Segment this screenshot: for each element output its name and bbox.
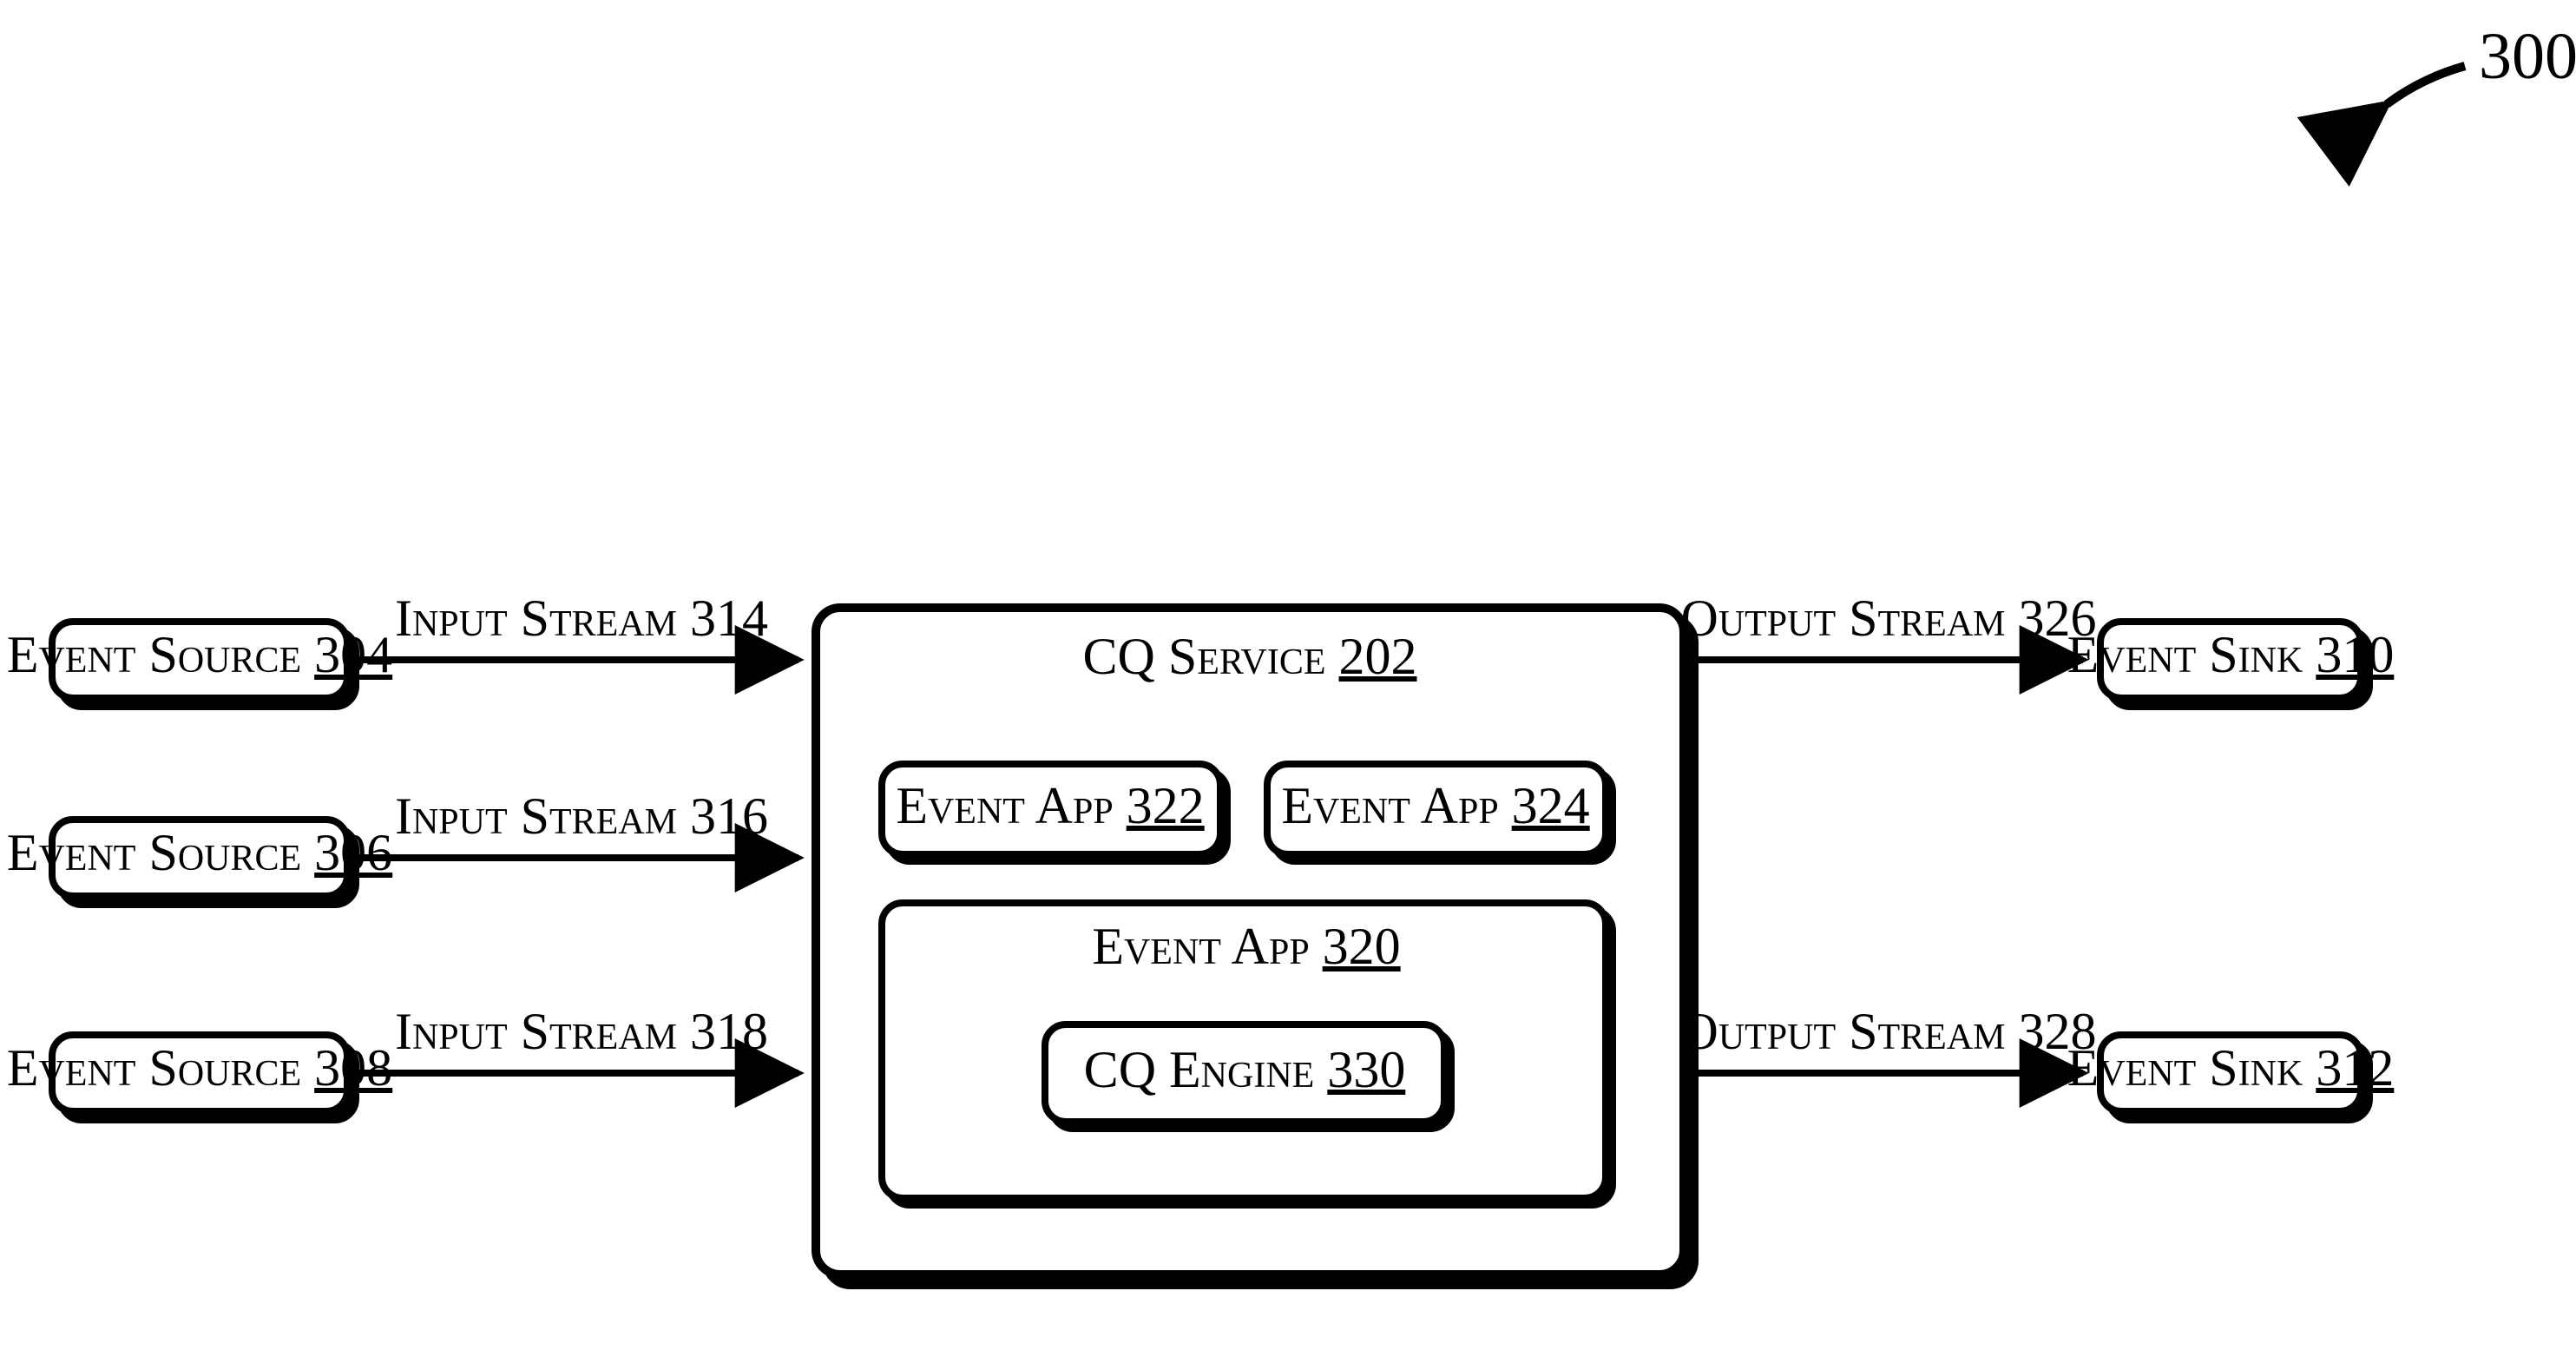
svg-text:Event App 32: Event App 320 [1092,918,1400,975]
svg-text:Event Source 306: Event Source 306 [7,824,392,881]
diagram-canvas: 300 Event Source 304 Event Source 306 Ev… [0,0,2576,1370]
output-arrow-2: Output Stream 328 [1680,1003,2096,1073]
event-sink-1-num: 310 [2316,626,2394,683]
output-arrow-1: Output Stream 326 [1680,589,2096,660]
event-sink-1-label: Event Sink [2067,626,2303,683]
output-1-label: Output Stream [1680,589,2005,647]
svg-text:Input Stream 318: Input Stream 318 [395,1003,768,1060]
event-source-1-num: 304 [314,626,392,683]
cq-engine-num: 330 [1327,1041,1405,1098]
cq-service-label: CQ Service [1082,628,1325,685]
event-source-2: Event Source 306 [7,820,392,896]
event-app-2: Event App 324 [1267,764,1606,854]
svg-text:Event Sink 310: Event Sink 310 [2067,626,2395,683]
cq-engine: CQ Engine 330 [1045,1024,1444,1122]
cq-service-container: CQ Service 202 Event App 322 Event App 3… [816,608,1684,1274]
svg-text:Input Stream 316: Input Stream 316 [395,787,768,845]
input-2-label: Input Stream [395,787,677,845]
event-source-1-label: Event Source [7,626,301,683]
figure-reference: 300 [2387,20,2576,104]
svg-text:Input Stream 314: Input Stream 314 [395,589,768,647]
input-1-num: 314 [690,589,768,647]
svg-text:CQ Service 202: CQ Service 202 [1082,628,1416,685]
input-arrow-3: Input Stream 318 [358,1003,798,1073]
event-sink-2-num: 312 [2316,1039,2394,1097]
event-sink-1: Event Sink 310 [2067,622,2395,698]
svg-text:Event Source 304: Event Source 304 [7,626,392,683]
cq-engine-label: CQ Engine [1084,1041,1315,1098]
event-sink-2: Event Sink 312 [2067,1035,2395,1111]
cq-service-num: 202 [1339,628,1417,685]
svg-text:CQ Engine: CQ Engine 330 [1084,1041,1406,1098]
svg-text:Output Stream 32: Output Stream 326 [1680,589,2096,647]
event-app-3-label: Event App [1092,918,1309,975]
input-arrow-1: Input Stream 314 [358,589,798,660]
event-app-1-label: Event App [896,777,1113,834]
event-app-2-num: 324 [1512,777,1590,834]
output-2-label: Output Stream [1680,1003,2005,1060]
event-source-3-num: 308 [314,1039,392,1097]
input-2-num: 316 [690,787,768,845]
event-app-3: Event App 320 CQ Engine 330 [882,903,1606,1198]
input-1-label: Input Stream [395,589,677,647]
event-app-1-num: 322 [1127,777,1205,834]
event-app-2-label: Event App [1281,777,1498,834]
svg-text:Event Source 308: Event Source 308 [7,1039,392,1097]
input-3-num: 318 [690,1003,768,1060]
event-source-1: Event Source 304 [7,622,392,698]
figure-ref-number: 300 [2479,20,2576,93]
svg-text:Event App 32: Event App 322 [896,777,1204,834]
svg-text:Output Stream 32: Output Stream 328 [1680,1003,2096,1060]
event-app-3-num: 320 [1323,918,1401,975]
event-source-3: Event Source 308 [7,1035,392,1111]
event-app-1: Event App 322 [882,764,1220,854]
svg-text:Event Sink 312: Event Sink 312 [2067,1039,2395,1097]
event-source-3-label: Event Source [7,1039,301,1097]
svg-text:Event App 32: Event App 324 [1281,777,1589,834]
event-source-2-num: 306 [314,824,392,881]
input-arrow-2: Input Stream 316 [358,787,798,858]
event-sink-2-label: Event Sink [2067,1039,2303,1097]
input-3-label: Input Stream [395,1003,677,1060]
event-source-2-label: Event Source [7,824,301,881]
